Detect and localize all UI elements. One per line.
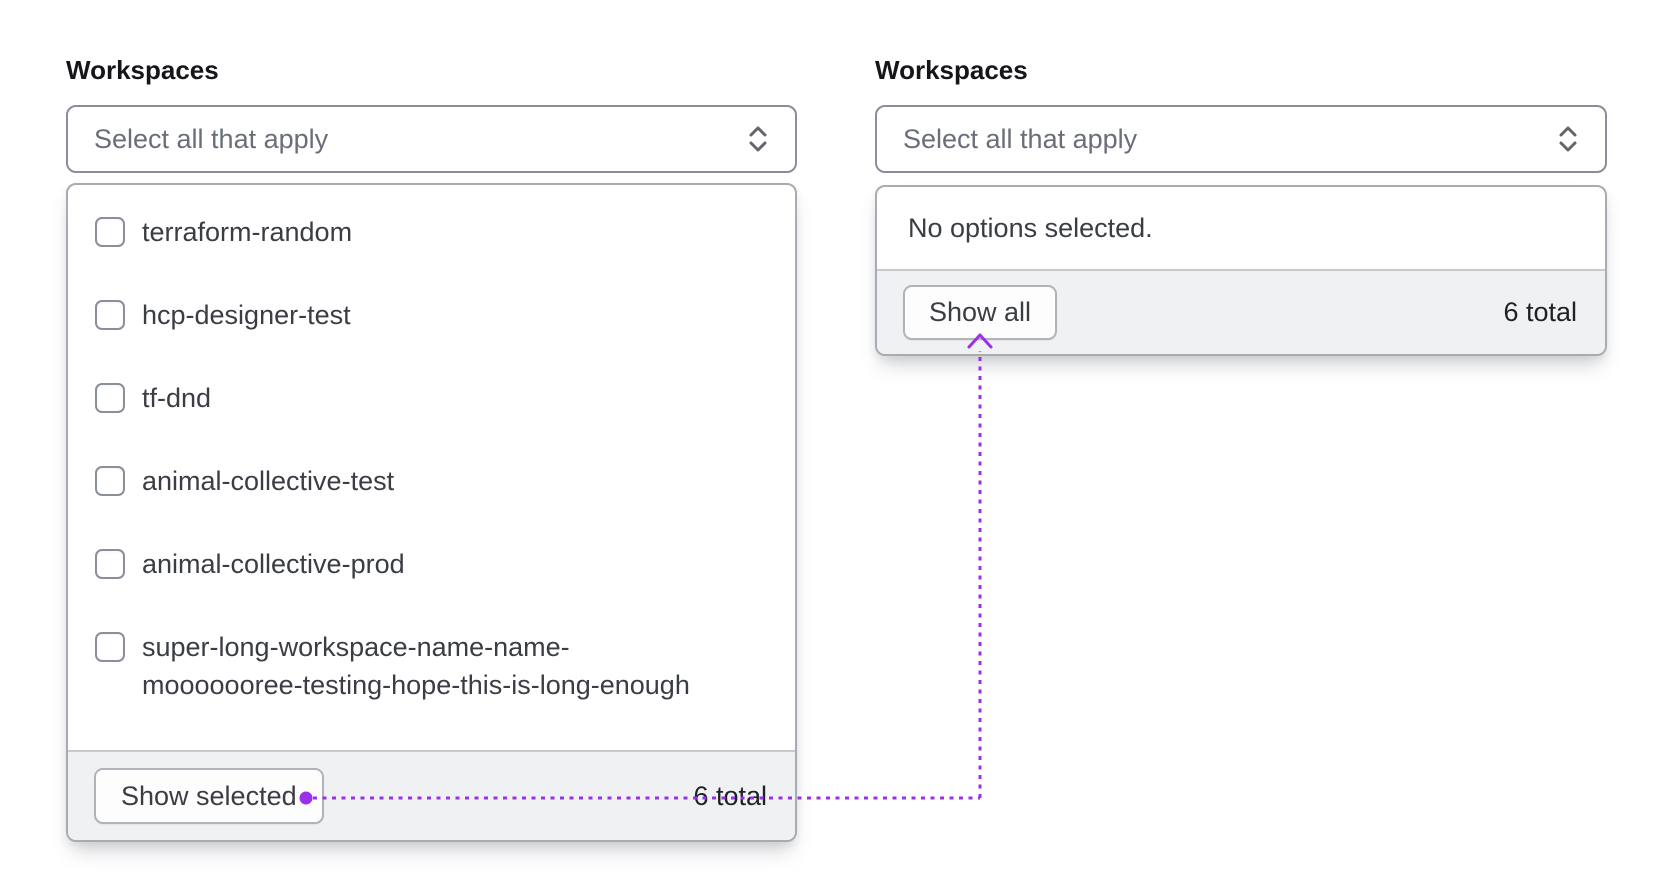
checkbox[interactable] [95,549,125,579]
field-label: Workspaces [66,55,219,85]
options-dropdown-panel: terraform-random hcp-designer-test tf-dn… [66,183,797,842]
checkbox[interactable] [95,217,125,247]
caret-double-icon [1559,126,1577,152]
workspaces-multiselect-empty: Workspaces Select all that apply No opti… [875,54,1607,356]
option-row[interactable]: hcp-designer-test [95,296,768,334]
select-placeholder: Select all that apply [903,123,1138,154]
total-count: 6 total [693,780,767,811]
option-label: animal-collective-prod [142,549,405,579]
option-label: terraform-random [142,217,353,247]
page: Workspaces Select all that apply terrafo… [0,0,1672,892]
select-trigger[interactable]: Select all that apply [66,105,797,173]
option-label: tf-dnd [142,383,212,413]
option-row[interactable]: animal-collective-test [95,462,768,500]
show-selected-button[interactable]: Show selected [94,768,324,824]
option-label: hcp-designer-test [142,300,351,330]
caret-double-icon [749,126,767,152]
workspaces-multiselect-expanded: Workspaces Select all that apply terrafo… [66,54,797,842]
field-label: Workspaces [875,55,1028,85]
dropdown-footer: Show all 6 total [877,271,1605,354]
checkbox[interactable] [95,632,125,662]
empty-state-message: No options selected. [908,212,1153,243]
option-list: terraform-random hcp-designer-test tf-dn… [68,185,795,750]
option-label: super-long-workspace-name-name-moooooore… [142,632,690,700]
checkbox[interactable] [95,466,125,496]
checkbox[interactable] [95,383,125,413]
selected-options-panel: No options selected. Show all 6 total [875,185,1607,356]
option-row[interactable]: terraform-random [95,213,768,251]
total-count: 6 total [1503,297,1577,327]
select-placeholder: Select all that apply [94,123,329,154]
option-label: animal-collective-test [142,466,395,496]
option-row[interactable]: super-long-workspace-name-name-moooooore… [95,628,768,704]
option-row[interactable]: tf-dnd [95,379,768,417]
checkbox[interactable] [95,300,125,330]
option-row[interactable]: animal-collective-prod [95,545,768,583]
select-trigger[interactable]: Select all that apply [875,105,1607,173]
show-all-button[interactable]: Show all [903,285,1058,340]
dropdown-footer: Show selected 6 total [68,750,795,840]
empty-state: No options selected. [877,187,1605,271]
